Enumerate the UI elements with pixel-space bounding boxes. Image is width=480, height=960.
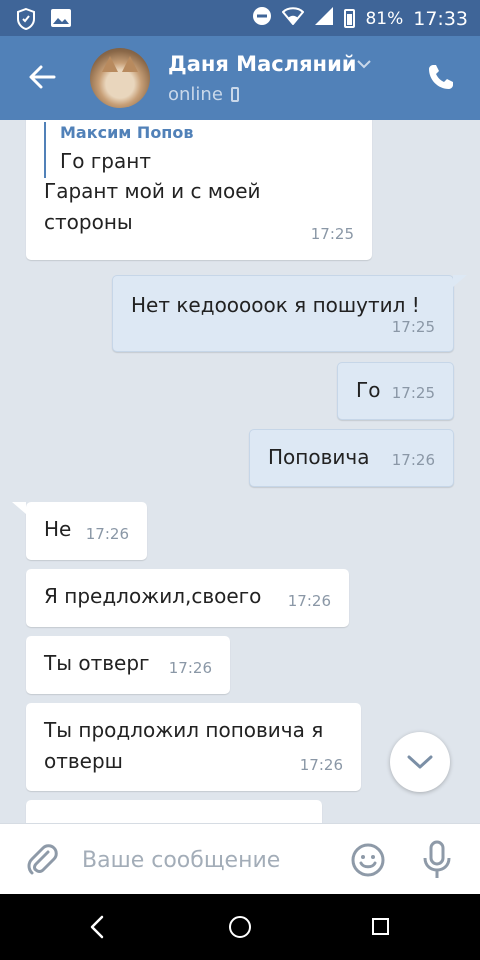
quote-text: Го грант xyxy=(60,149,151,173)
chevron-down-icon[interactable] xyxy=(356,54,372,73)
smiley-icon xyxy=(351,843,385,877)
arrow-left-icon xyxy=(29,65,56,89)
paperclip-icon xyxy=(27,844,58,875)
clock: 17:33 xyxy=(413,7,468,30)
battery-percent: 81% xyxy=(365,8,404,29)
message-composer xyxy=(0,823,480,895)
emoji-button[interactable] xyxy=(350,842,386,878)
avatar[interactable] xyxy=(90,48,150,108)
message-outgoing[interactable]: Нет кедооооок я пошутил ! 17:25 xyxy=(112,275,467,352)
message-text: Нет кедооооок я пошутил ! xyxy=(131,293,420,317)
nav-home-button[interactable] xyxy=(229,916,251,938)
battery-icon xyxy=(344,9,356,28)
message-incoming-partial[interactable] xyxy=(26,800,322,823)
message-outgoing[interactable]: Поповича 17:26 xyxy=(249,429,454,487)
message-text: Я предложил,своего xyxy=(44,584,262,608)
image-notification-icon xyxy=(50,8,72,36)
message-input[interactable] xyxy=(80,838,334,882)
message-incoming[interactable]: Ты отверг 17:26 xyxy=(26,636,230,694)
attach-button[interactable] xyxy=(24,842,60,878)
message-time: 17:26 xyxy=(391,451,435,469)
message-outgoing[interactable]: Го 17:25 xyxy=(337,362,454,420)
message-list[interactable]: Максим Попов Го грант Гарант мой и с мое… xyxy=(0,120,480,823)
reply-quote[interactable]: Максим Попов Го грант xyxy=(44,122,193,178)
message-time: 17:26 xyxy=(287,592,331,610)
status-bar: 81% 17:33 xyxy=(0,0,480,36)
message-incoming[interactable]: Ты продложил поповича я отверш 17:26 xyxy=(26,703,361,791)
message-text: Не xyxy=(44,517,72,541)
signal-icon xyxy=(314,6,334,31)
message-text: Поповича xyxy=(268,445,370,469)
contact-name[interactable]: Даня Масляний xyxy=(168,52,357,76)
mobile-device-icon xyxy=(230,87,239,102)
message-text: Ты отверг xyxy=(44,651,150,675)
call-button[interactable] xyxy=(426,62,460,96)
quote-author: Максим Попов xyxy=(60,123,194,142)
wifi-icon xyxy=(282,7,305,30)
message-time: 17:26 xyxy=(168,659,212,677)
message-incoming[interactable]: Я предложил,своего 17:26 xyxy=(26,569,349,627)
nav-back-icon xyxy=(90,915,104,939)
microphone-icon xyxy=(423,840,451,878)
status-text: online xyxy=(168,84,223,105)
scroll-to-bottom-button[interactable] xyxy=(390,732,450,792)
contact-status: online xyxy=(168,84,239,105)
message-incoming[interactable]: Не 17:26 xyxy=(12,502,147,560)
system-nav-bar xyxy=(0,894,480,960)
nav-back-button[interactable] xyxy=(86,914,110,940)
message-time: 17:26 xyxy=(299,756,343,774)
back-button[interactable] xyxy=(26,60,60,94)
bubble-tail xyxy=(12,502,26,514)
shield-notification-icon xyxy=(16,7,36,36)
voice-message-button[interactable] xyxy=(420,840,454,880)
dnd-icon xyxy=(252,6,272,31)
chat-header: Даня Масляний online xyxy=(0,36,480,120)
phone-icon xyxy=(429,65,453,89)
message-text-line: отверш xyxy=(44,749,123,773)
message-time: 17:25 xyxy=(310,225,354,243)
message-text-line: Гарант мой и с моей xyxy=(44,179,261,203)
bubble-tail xyxy=(453,275,467,287)
message-text-line: Ты продложил поповича я xyxy=(44,718,324,742)
message-text-line: стороны xyxy=(44,210,133,234)
message-incoming[interactable]: Максим Попов Го грант Гарант мой и с мое… xyxy=(26,120,372,260)
message-text: Го xyxy=(356,378,381,402)
message-time: 17:25 xyxy=(391,318,435,336)
message-time: 17:26 xyxy=(85,525,129,543)
nav-recents-button[interactable] xyxy=(372,918,389,935)
chevron-down-icon xyxy=(407,755,433,769)
message-time: 17:25 xyxy=(391,384,435,402)
